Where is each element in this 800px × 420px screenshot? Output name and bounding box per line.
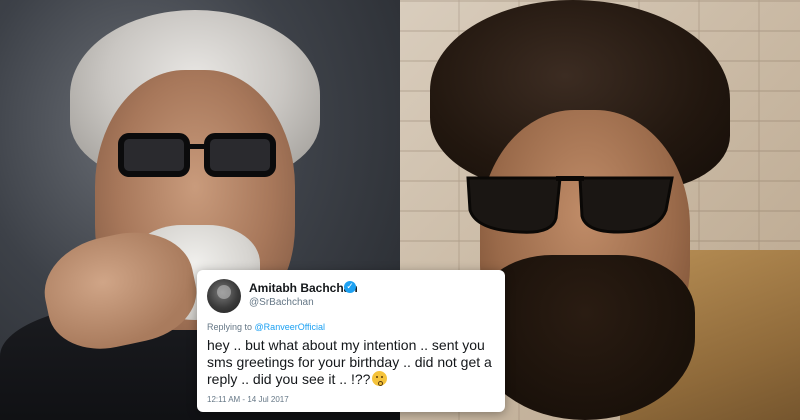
kissing-face-icon bbox=[372, 371, 388, 386]
sunglasses-icon bbox=[466, 176, 674, 234]
tweet-text: hey .. but what about my intention .. se… bbox=[207, 337, 499, 388]
dark-beard bbox=[475, 255, 695, 420]
glasses-icon bbox=[118, 133, 276, 177]
user-handle[interactable]: @SrBachchan bbox=[249, 297, 314, 308]
tweet-card[interactable]: Amitabh Bachchan ✓ @SrBachchan Replying … bbox=[197, 270, 505, 412]
avatar[interactable] bbox=[207, 279, 241, 313]
timestamp[interactable]: 12:11 AM - 14 Jul 2017 bbox=[207, 395, 289, 404]
replying-prefix: Replying to bbox=[207, 322, 253, 332]
mention-link[interactable]: @RanveerOfficial bbox=[255, 322, 326, 332]
display-name[interactable]: Amitabh Bachchan bbox=[249, 281, 358, 295]
tweet-body: hey .. but what about my intention .. se… bbox=[207, 337, 492, 387]
verified-badge-icon: ✓ bbox=[344, 281, 356, 293]
replying-to: Replying to @RanveerOfficial bbox=[207, 322, 325, 332]
